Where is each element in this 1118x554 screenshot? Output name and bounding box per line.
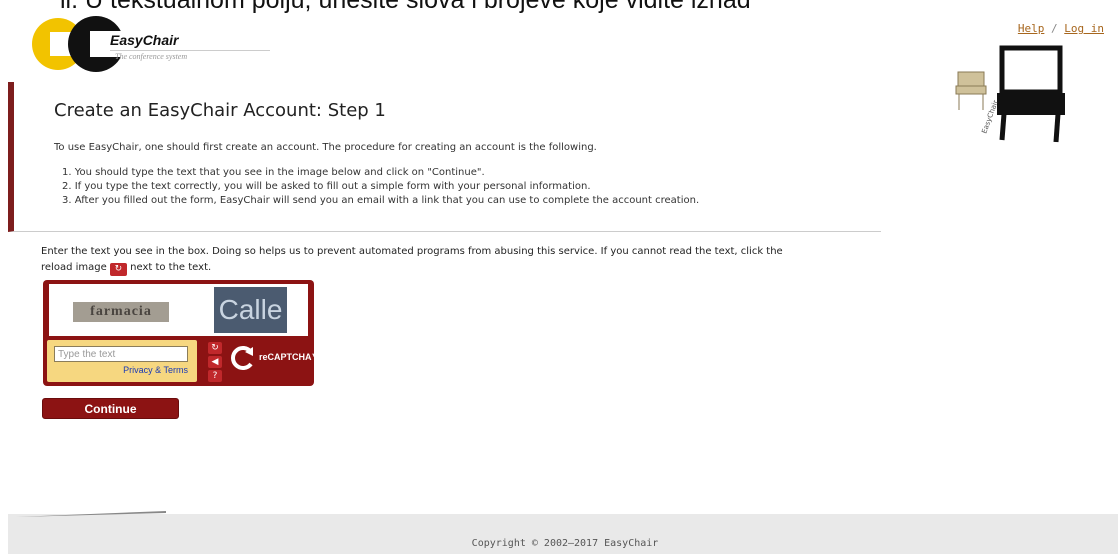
logo-divider (110, 50, 270, 51)
reload-image-icon: ↻ (109, 263, 127, 276)
help-link[interactable]: Help (1018, 22, 1045, 35)
captcha-input-box: Privacy & Terms (47, 340, 197, 382)
steps-list: 1. You should type the text that you see… (62, 166, 699, 208)
step-item: 1. You should type the text that you see… (62, 167, 485, 178)
top-links-separator: / (1051, 22, 1058, 35)
login-link[interactable]: Log in (1064, 22, 1104, 35)
recaptcha-widget: farmacia Calle Privacy & Terms ↻ ◀ ? reC… (43, 280, 321, 386)
copyright-text: Copyright © 2002–2017 EasyChair (471, 538, 659, 549)
help-icon[interactable]: ? (208, 370, 222, 382)
privacy-terms-link[interactable]: Privacy & Terms (123, 365, 188, 375)
step-item: 3. After you filled out the form, EasyCh… (62, 195, 700, 206)
recaptcha-logo-icon (231, 346, 253, 370)
logo-tagline: The conference system (115, 52, 188, 61)
captcha-input[interactable] (54, 346, 188, 362)
footer-shadow (16, 511, 166, 517)
easychair-logo[interactable]: EasyChair The conference system (30, 12, 270, 76)
recaptcha-logo-text: reCAPTCHA™ (259, 352, 321, 362)
chair-illustration-icon: EasyChair (955, 45, 1065, 143)
step-item: 2. If you type the text correctly, you w… (62, 181, 591, 192)
continue-button[interactable]: Continue (42, 398, 179, 419)
reload-icon[interactable]: ↻ (208, 342, 222, 354)
captcha-image: farmacia Calle (49, 284, 308, 336)
captcha-word: Calle (214, 287, 287, 333)
audio-icon[interactable]: ◀ (208, 356, 222, 368)
intro-text: To use EasyChair, one should first creat… (54, 142, 597, 153)
top-links: Help / Log in (1018, 22, 1104, 35)
page-title: Create an EasyChair Account: Step 1 (54, 100, 386, 121)
captcha-word: farmacia (73, 302, 169, 322)
captcha-instructions: Enter the text you see in the box. Doing… (41, 244, 801, 276)
logo-name: EasyChair (110, 32, 179, 48)
instructions-text-end: next to the text. (130, 262, 212, 273)
